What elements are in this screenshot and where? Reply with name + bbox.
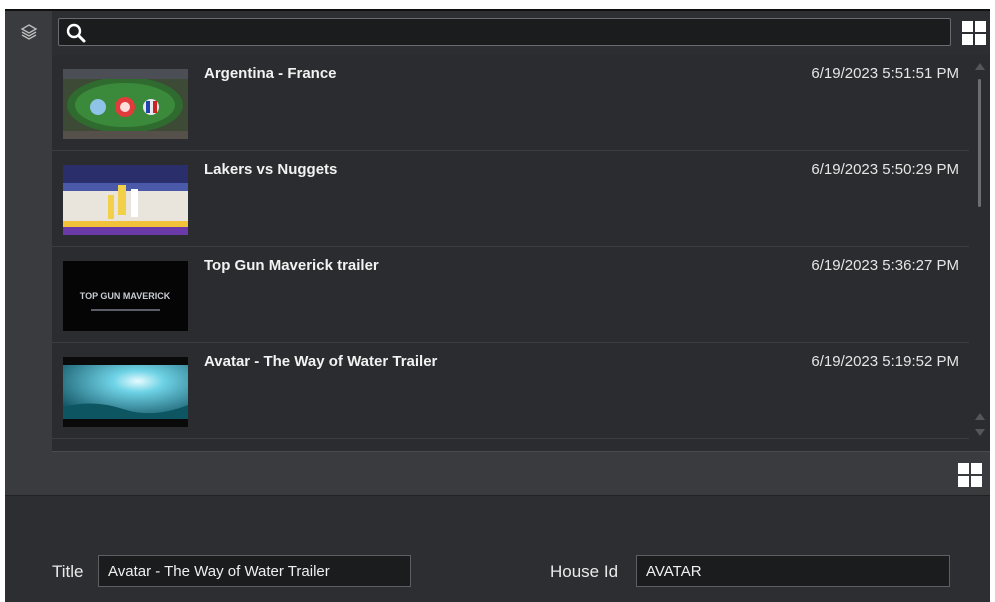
search-box[interactable]: [58, 18, 951, 46]
list-footer: [52, 451, 990, 495]
thumbnail-avatar: [63, 357, 188, 427]
list-scrollbar[interactable]: [969, 55, 990, 451]
title-label: Title: [52, 562, 84, 581]
thumbnail-soccer: [63, 69, 188, 139]
list-item[interactable]: Argentina - France 6/19/2023 5:51:51 PM: [52, 55, 969, 151]
item-date: 6/19/2023 5:19:52 PM: [811, 353, 959, 370]
search-input[interactable]: [93, 19, 946, 45]
item-title: Lakers vs Nuggets: [204, 161, 338, 178]
list-item-partial[interactable]: [52, 439, 969, 451]
list-item[interactable]: Lakers vs Nuggets 6/19/2023 5:50:29 PM: [52, 151, 969, 247]
scroll-up-arrow-icon[interactable]: [975, 413, 985, 420]
media-list: Argentina - France 6/19/2023 5:51:51 PM …: [52, 55, 969, 451]
top-gun-logo-text: TOP GUN MAVERICK: [80, 291, 171, 301]
grid-view-icon[interactable]: [958, 463, 982, 487]
item-date: 6/19/2023 5:36:27 PM: [811, 257, 959, 274]
item-date: 6/19/2023 5:51:51 PM: [811, 65, 959, 82]
left-toolbar: [5, 11, 52, 495]
scroll-down-arrow-icon[interactable]: [975, 429, 985, 436]
media-browser-window: Argentina - France 6/19/2023 5:51:51 PM …: [5, 9, 990, 602]
title-field[interactable]: [98, 555, 411, 587]
grid-view-icon[interactable]: [962, 21, 986, 45]
thumbnail-top-gun: TOP GUN MAVERICK: [63, 261, 188, 331]
item-title: Argentina - France: [204, 65, 337, 82]
search-icon: [66, 23, 86, 43]
house-id-label: House Id: [550, 562, 619, 581]
layers-button[interactable]: [17, 21, 41, 43]
list-item[interactable]: TOP GUN MAVERICK Top Gun Maverick traile…: [52, 247, 969, 343]
scroll-thumb[interactable]: [978, 79, 981, 207]
thumbnail-basketball: [63, 165, 188, 235]
item-title: Avatar - The Way of Water Trailer: [204, 353, 438, 370]
item-date: 6/19/2023 5:50:29 PM: [811, 161, 959, 178]
layers-icon: [20, 24, 38, 40]
search-bar: [52, 11, 990, 55]
list-item[interactable]: Avatar - The Way of Water Trailer 6/19/2…: [52, 343, 969, 439]
scroll-up-arrow-icon[interactable]: [975, 63, 985, 70]
item-title: Top Gun Maverick trailer: [204, 257, 379, 274]
house-id-field[interactable]: [636, 555, 950, 587]
metadata-panel: Title House Id: [5, 495, 990, 602]
